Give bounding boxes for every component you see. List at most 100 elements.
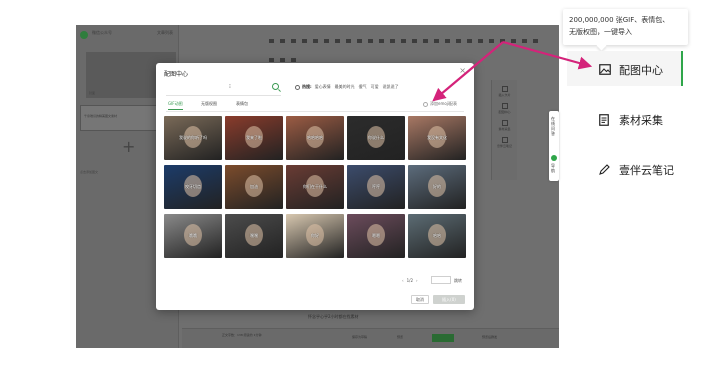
menu-item-image-center[interactable]: 配图中心 bbox=[567, 51, 683, 86]
thumbnail-caption: 哦哦 bbox=[189, 233, 197, 238]
gif-thumbnail[interactable]: 你好 bbox=[286, 214, 344, 258]
side-tab-dot-icon bbox=[551, 155, 557, 161]
emoji-toggle[interactable]: 添加emoji配表 bbox=[423, 101, 457, 107]
gif-thumbnail[interactable]: 你说什么 bbox=[347, 116, 405, 160]
tabs-divider bbox=[166, 111, 464, 112]
tooltip-line-1: 200,000,000 张GIF、表情包、 bbox=[569, 16, 670, 24]
pen-icon bbox=[599, 164, 610, 175]
tooltip-line-2: 无版权图，一键导入 bbox=[569, 28, 632, 36]
dialog-title: 配图中心 bbox=[164, 71, 189, 78]
thumbnail-caption: 哈哈 bbox=[433, 233, 441, 238]
hot-search-label: 热搜: bbox=[302, 84, 312, 89]
dialog-tabs: GIF动图 无版权图 表情包 bbox=[166, 101, 456, 111]
gif-thumbnail[interactable]: 好的 bbox=[408, 165, 466, 209]
search-icon[interactable] bbox=[272, 83, 279, 90]
image-center-dialog: 配图中心 × ⁝ 热搜: 爱心表情 最美的时光 傻气 可爱 说凯说了 GIF动图 无版权图… bbox=[156, 63, 474, 310]
add-article-icon[interactable]: + bbox=[122, 137, 135, 156]
collect-icon[interactable] bbox=[501, 120, 508, 126]
gif-thumbnail[interactable]: 哼哼 bbox=[347, 165, 405, 209]
hot-tag[interactable]: 最美的时光 bbox=[335, 84, 355, 89]
cancel-button[interactable]: 取消 bbox=[411, 295, 429, 304]
thumbnail-caption: 哼哼 bbox=[372, 184, 380, 189]
thumbnail-caption: 你说什么 bbox=[368, 135, 384, 140]
note-icon[interactable] bbox=[501, 137, 508, 143]
hot-tag[interactable]: 傻气 bbox=[359, 84, 367, 89]
editor-header: 微信公众号 文章列表 bbox=[80, 29, 175, 41]
thumbnail-caption: 嘿嘿 bbox=[250, 233, 258, 238]
thumbnail-caption: 好的 bbox=[433, 184, 441, 189]
toggle-circle-icon bbox=[423, 101, 428, 107]
brand-label: 微信公众号 bbox=[92, 30, 112, 35]
prev-page-icon[interactable]: ‹ bbox=[402, 278, 404, 283]
next-page-icon[interactable]: › bbox=[416, 278, 418, 283]
hot-tag[interactable]: 可爱 bbox=[371, 84, 379, 89]
rail-item-peitu[interactable]: 配图中心 bbox=[492, 110, 517, 114]
article-list-link[interactable]: 文章列表 bbox=[157, 30, 173, 36]
menu-item-material-collect[interactable]: 素材采集 bbox=[567, 101, 683, 136]
gif-thumbnail[interactable]: 嗯嗯 bbox=[347, 214, 405, 258]
image-icon bbox=[599, 64, 611, 75]
hot-search-bar: 热搜: 爱心表情 最美的时光 傻气 可爱 说凯说了 bbox=[295, 84, 403, 90]
close-icon[interactable]: × bbox=[459, 66, 466, 75]
preview-button[interactable]: 预览 bbox=[397, 335, 403, 339]
side-help-tab[interactable]: 在线问答 导航 bbox=[549, 111, 559, 181]
rail-item-biji[interactable]: 壹伴云笔记 bbox=[492, 144, 517, 148]
thumbnail-caption: 我没有文化 bbox=[427, 135, 447, 140]
add-article-hint: 点击添加图文 bbox=[80, 170, 99, 174]
thumbnail-caption: 加油 bbox=[250, 184, 258, 189]
thumbnail-caption: 哈哈哈哈 bbox=[307, 135, 323, 140]
screenshot-stage: 微信公众号 文章列表 封面 千亲难识的精美图文素材 + 点击添加图文 插入卡片 … bbox=[0, 0, 720, 372]
editor-bottom-bar: 正文字数：138 阅读约 1分钟 保存为草稿 预览 预览后群发 bbox=[182, 328, 559, 348]
gif-thumbnail[interactable]: 我说的你听了吗 bbox=[164, 116, 222, 160]
gif-thumbnail[interactable]: 咬牙切齿 bbox=[164, 165, 222, 209]
document-icon bbox=[599, 114, 609, 126]
card-icon[interactable] bbox=[501, 86, 508, 92]
editor-caption: 怀念乎心乎2小时都在找素材 bbox=[308, 314, 359, 319]
menu-label-cloud-notes: 壹伴云笔记 bbox=[619, 164, 674, 177]
article-card-title: 千亲难识的精美图文素材 bbox=[84, 114, 118, 118]
thumbnail-caption: 你们在干什么 bbox=[303, 184, 327, 189]
menu-label-material-collect: 素材采集 bbox=[619, 114, 663, 127]
hot-tag[interactable]: 爱心表情 bbox=[315, 84, 331, 89]
page-jump-input[interactable] bbox=[431, 276, 451, 284]
preview-publish-button[interactable]: 预览后群发 bbox=[482, 335, 497, 339]
image-icon[interactable] bbox=[501, 103, 508, 109]
menu-label-image-center: 配图中心 bbox=[619, 64, 663, 77]
gif-thumbnail[interactable]: 哈哈哈哈 bbox=[286, 116, 344, 160]
thumbnail-caption: 咬牙切齿 bbox=[185, 184, 201, 189]
gif-thumbnail[interactable]: 哈哈 bbox=[408, 214, 466, 258]
pagination: ‹ 1/2 › bbox=[399, 278, 421, 283]
word-count: 正文字数：138 阅读约 1分钟 bbox=[222, 333, 262, 337]
gif-thumbnail[interactable]: 哦哦 bbox=[164, 214, 222, 258]
format-toolbar bbox=[266, 30, 551, 62]
thumbnail-caption: 我来了啦 bbox=[246, 135, 262, 140]
refresh-icon[interactable] bbox=[295, 84, 300, 90]
plugin-rail: 插入卡片 配图中心 素材采集 壹伴云笔记 bbox=[491, 80, 517, 180]
cover-label: 封面 bbox=[89, 91, 96, 95]
gif-thumbnail[interactable]: 你们在干什么 bbox=[286, 165, 344, 209]
image-grid: 我说的你听了吗 我来了啦 哈哈哈哈 你说什么 我没有文化咬牙切齿 加油 你们在干什么 哼哼 好的… bbox=[164, 116, 466, 258]
thumbnail-caption: 嗯嗯 bbox=[372, 233, 380, 238]
emoji-toggle-label: 添加emoji配表 bbox=[430, 101, 458, 106]
publish-button[interactable] bbox=[432, 334, 454, 342]
tab-stickers[interactable]: 表情包 bbox=[236, 101, 248, 107]
rail-item-sucai[interactable]: 素材采集 bbox=[492, 127, 517, 131]
gif-thumbnail[interactable]: 我没有文化 bbox=[408, 116, 466, 160]
thumbnail-caption: 你好 bbox=[311, 233, 319, 238]
gif-thumbnail[interactable]: 我来了啦 bbox=[225, 116, 283, 160]
search-underline bbox=[166, 95, 281, 96]
tab-copyright-free[interactable]: 无版权图 bbox=[201, 101, 217, 107]
feature-tooltip: 200,000,000 张GIF、表情包、 无版权图，一键导入 bbox=[563, 9, 688, 45]
insert-button[interactable]: 插入(0) bbox=[433, 295, 465, 304]
gif-thumbnail[interactable]: 嘿嘿 bbox=[225, 214, 283, 258]
rail-item-card[interactable]: 插入卡片 bbox=[492, 93, 517, 97]
page-indicator: 1/2 bbox=[406, 278, 414, 283]
tab-gif[interactable]: GIF动图 bbox=[168, 101, 183, 110]
save-draft-button[interactable]: 保存为草稿 bbox=[352, 335, 367, 339]
search-input[interactable]: ⁝ bbox=[229, 83, 231, 90]
hot-tag[interactable]: 说凯说了 bbox=[383, 84, 399, 89]
side-tab-qa-label: 在线问答 bbox=[551, 116, 555, 136]
page-jump-button[interactable]: 跳转 bbox=[454, 278, 462, 284]
menu-item-cloud-notes[interactable]: 壹伴云笔记 bbox=[567, 151, 683, 186]
gif-thumbnail[interactable]: 加油 bbox=[225, 165, 283, 209]
